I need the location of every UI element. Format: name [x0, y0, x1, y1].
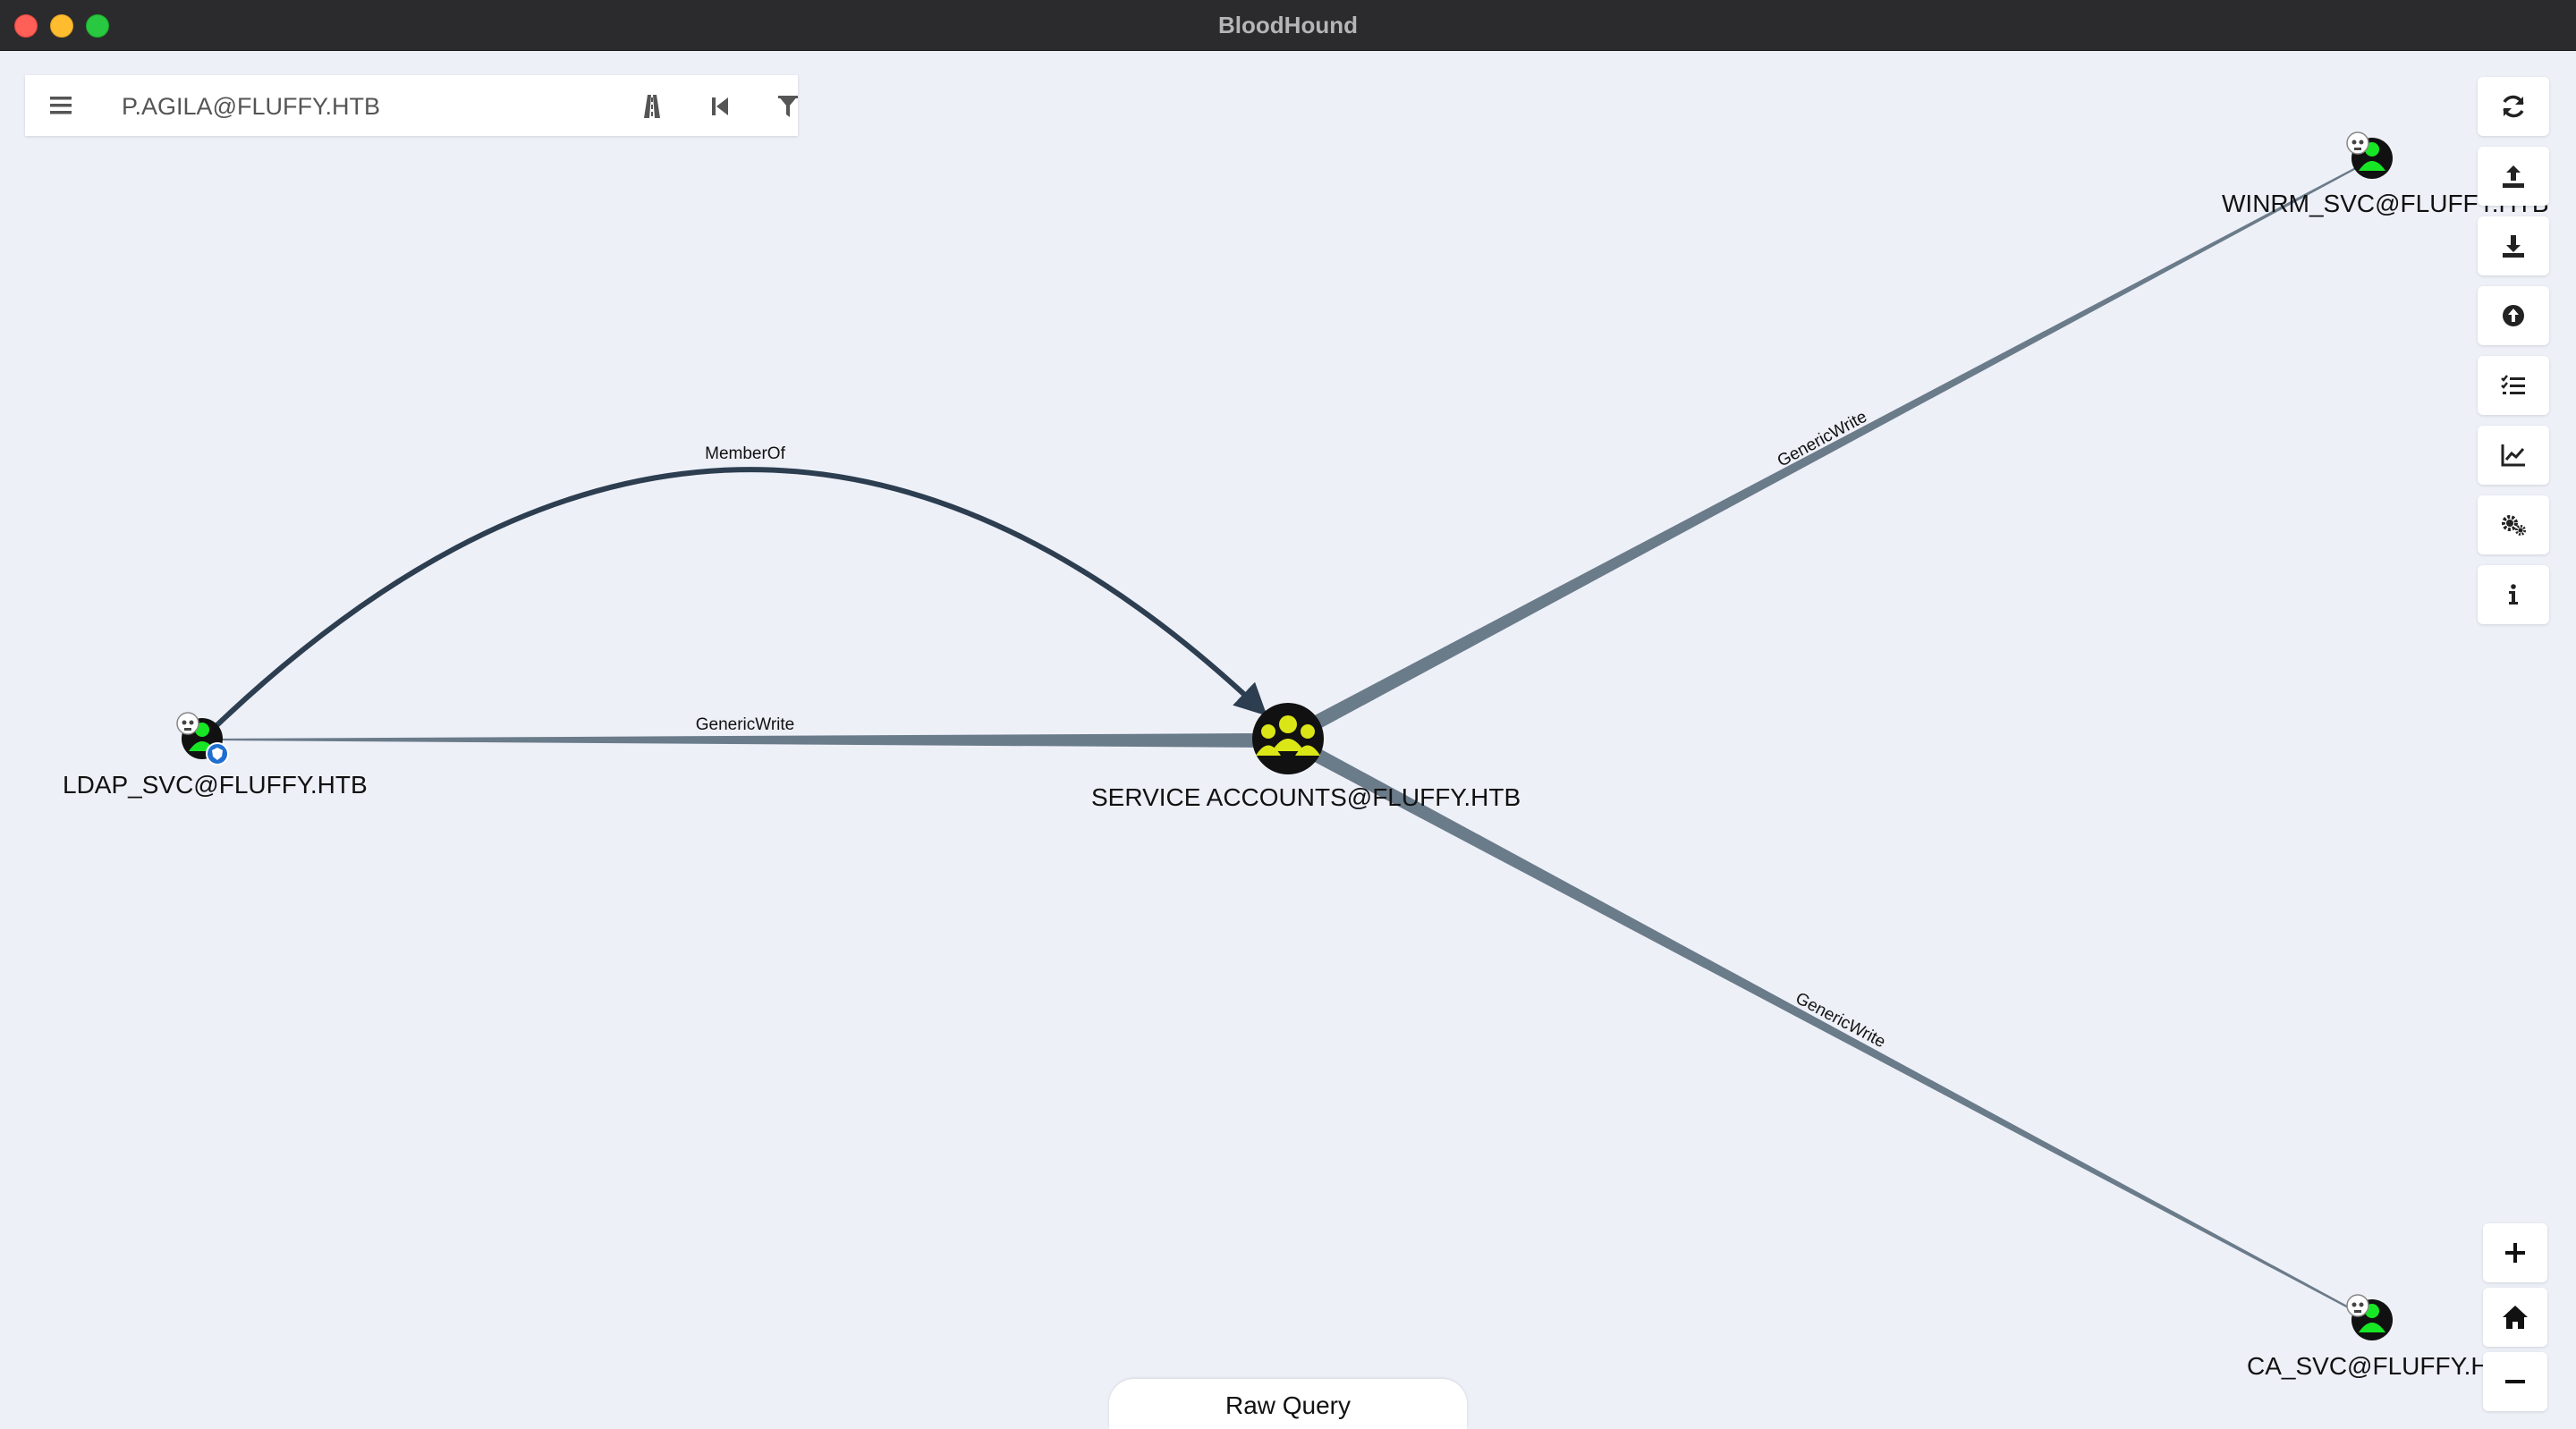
refresh-button[interactable] — [2478, 77, 2549, 136]
upload-button[interactable] — [2478, 147, 2549, 206]
pathfinding-road-icon[interactable] — [635, 89, 669, 123]
edge-genericwrite-ldap[interactable] — [208, 733, 1261, 748]
upload-icon — [2503, 165, 2524, 188]
edge-genericwrite-winrm[interactable] — [1308, 165, 2361, 731]
window-title: BloodHound — [1218, 12, 1358, 38]
app-window: BloodHound MemberOf GenericWrite Generic… — [0, 0, 2576, 1429]
raw-query-tab[interactable]: Raw Query — [1109, 1379, 1467, 1429]
home-button[interactable] — [2483, 1288, 2547, 1347]
query-list-icon — [2501, 375, 2525, 394]
settings-gears-icon — [2502, 515, 2526, 536]
search-bar — [25, 75, 798, 136]
zoom-in-button[interactable] — [2483, 1223, 2547, 1282]
settings-button[interactable] — [2478, 495, 2549, 554]
owned-skull-icon — [176, 712, 199, 735]
zoom-out-icon — [2505, 1380, 2525, 1383]
import-icon — [2503, 305, 2524, 326]
download-button[interactable] — [2478, 216, 2549, 275]
node-ca-svc[interactable] — [2346, 1294, 2393, 1340]
owned-skull-icon — [2346, 1294, 2369, 1317]
import-button[interactable] — [2478, 286, 2549, 345]
zoom-in-icon — [2505, 1243, 2525, 1263]
node-winrm-svc[interactable] — [2346, 131, 2393, 179]
edge-genericwrite-ca[interactable] — [1308, 746, 2360, 1315]
graph-svg[interactable]: MemberOf GenericWrite GenericWrite Gener… — [0, 50, 2576, 1429]
node-label-ldap-svc: LDAP_SVC@FLUFFY.HTB — [63, 771, 368, 799]
edge-label-genericwrite-ldap: GenericWrite — [696, 715, 795, 734]
title-bar: BloodHound — [0, 0, 2576, 51]
node-service-accounts[interactable] — [1252, 703, 1324, 774]
info-button[interactable] — [2478, 565, 2549, 624]
graph-canvas[interactable]: MemberOf GenericWrite GenericWrite Gener… — [0, 50, 2576, 1429]
filter-icon[interactable] — [771, 89, 805, 123]
owned-skull-icon — [2346, 131, 2369, 155]
refresh-icon — [2503, 95, 2524, 118]
high-value-shield-icon — [206, 742, 229, 765]
step-backward-icon[interactable] — [703, 89, 737, 123]
download-icon — [2503, 235, 2524, 258]
edge-memberof[interactable] — [203, 467, 1267, 739]
queries-button[interactable] — [2478, 356, 2549, 415]
analytics-button[interactable] — [2478, 426, 2549, 485]
hamburger-menu-icon[interactable] — [45, 89, 77, 122]
home-icon — [2503, 1306, 2528, 1329]
analytics-chart-icon — [2501, 444, 2525, 467]
search-input[interactable] — [120, 86, 606, 127]
info-icon — [2509, 584, 2518, 605]
node-label-service-accounts: SERVICE ACCOUNTS@FLUFFY.HTB — [1091, 783, 1521, 811]
zoom-out-button[interactable] — [2483, 1352, 2547, 1411]
edge-label-memberof: MemberOf — [705, 444, 785, 463]
node-label-ca-svc: CA_SVC@FLUFFY.HTB — [2247, 1352, 2521, 1380]
